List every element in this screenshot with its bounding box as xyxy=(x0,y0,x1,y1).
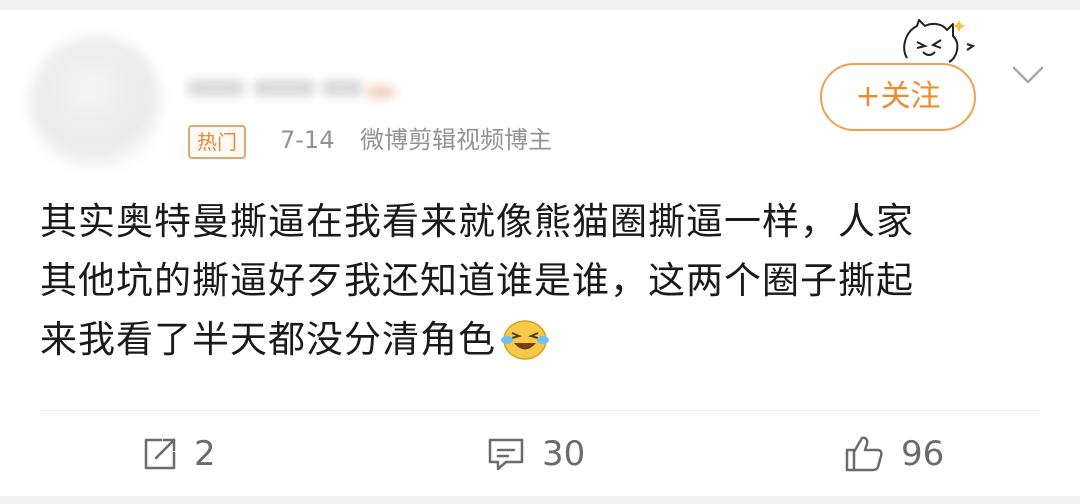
content-line: 来我看了半天都没分清角色 xyxy=(40,310,1040,369)
content-line-text: 来我看了半天都没分清角色 xyxy=(40,318,496,361)
post-date: 7-14 xyxy=(280,126,335,154)
like-icon xyxy=(845,436,883,472)
post-meta: 7-14 微博剪辑视频博主 xyxy=(280,122,552,158)
avatar[interactable] xyxy=(30,36,162,168)
post-content: 其实奥特曼撕逼在我看来就像熊猫圈撕逼一样，人家 其他坑的撕逼好歹我还知道谁是谁，… xyxy=(40,192,1040,369)
comment-icon xyxy=(488,438,524,471)
username-blurred[interactable] xyxy=(188,70,398,104)
repost-button[interactable]: 2 xyxy=(142,432,216,476)
top-separator xyxy=(0,0,1080,10)
bottom-separator xyxy=(0,496,1080,504)
like-button[interactable]: 96 xyxy=(843,432,944,476)
divider xyxy=(40,410,1040,411)
comment-count: 30 xyxy=(542,434,586,474)
content-line-text: 其他坑的撕逼好歹我还知道谁是谁，这两个圈子撕起 xyxy=(40,259,914,302)
post-source: 微博剪辑视频博主 xyxy=(360,126,553,154)
laughing-crying-emoji-icon xyxy=(501,320,549,360)
repost-icon xyxy=(144,438,176,470)
comment-button[interactable]: 30 xyxy=(486,432,585,476)
repost-count: 2 xyxy=(194,434,216,474)
chevron-down-icon[interactable] xyxy=(1010,60,1046,90)
hot-badge: 热门 xyxy=(188,125,246,159)
content-line: 其实奥特曼撕逼在我看来就像熊猫圈撕逼一样，人家 xyxy=(40,200,914,243)
follow-button[interactable]: +关注 xyxy=(820,63,976,131)
like-count: 96 xyxy=(901,434,945,474)
content-line: 其他坑的撕逼好歹我还知道谁是谁，这两个圈子撕起 xyxy=(40,251,1040,310)
